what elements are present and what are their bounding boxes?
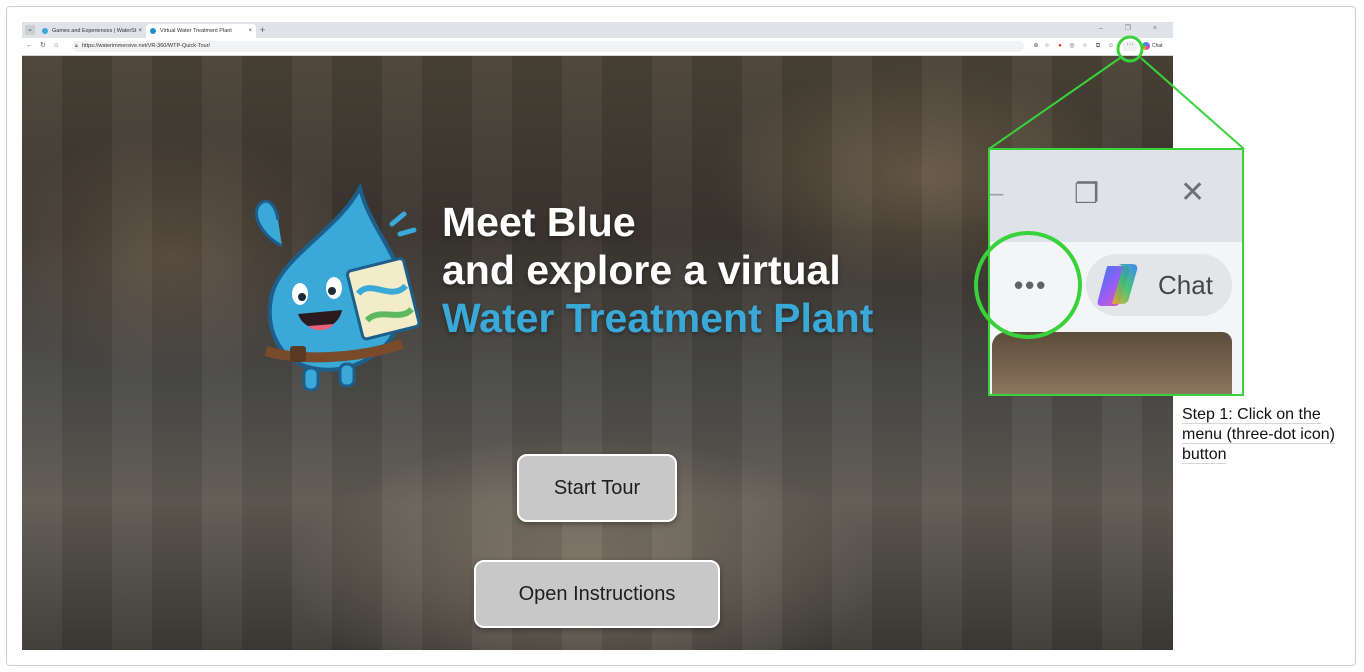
window-controls[interactable]: – ❐ × — [1099, 24, 1167, 32]
zoom-callout: – ❐ ✕ ••• Chat — [988, 148, 1244, 396]
extension-icon[interactable]: ● — [1056, 42, 1064, 50]
collections-icon[interactable]: ⧉ — [1094, 42, 1102, 50]
headline-line-3: Water Treatment Plant — [442, 295, 874, 341]
back-arrow-icon[interactable]: ← — [26, 41, 33, 51]
minimize-icon: – — [990, 180, 1004, 207]
page-preview-image — [992, 332, 1232, 394]
blue-mascot-illustration — [254, 182, 421, 391]
zoom-titlebar: – ❐ ✕ — [990, 150, 1242, 242]
zoom-page-preview — [990, 332, 1242, 394]
copilot-icon — [1097, 264, 1138, 306]
tab-label: Games and Experiences | WaterSt — [52, 28, 137, 34]
favorites-icon[interactable]: ☆ — [1081, 42, 1089, 50]
headline-line-1: Meet Blue — [442, 199, 636, 245]
tab-label: Virtual Water Treatment Plant — [160, 28, 232, 34]
tab-close-icon[interactable]: × — [248, 24, 252, 38]
address-bar-row: ← ↻ ⌂ 🔒︎ https://waterimmersive.net/VR-3… — [22, 38, 1173, 56]
close-icon: ✕ — [1180, 176, 1206, 209]
step-caption-text: Step 1: Click on the menu (three-dot ico… — [1182, 406, 1335, 464]
copilot-icon[interactable] — [1142, 42, 1150, 50]
headline-line-2: and explore a virtual — [442, 247, 841, 293]
new-tab-button[interactable]: + — [260, 24, 265, 36]
url-text: https://waterimmersive.net/VR-360/WTP-Qu… — [82, 43, 211, 49]
tab-close-icon[interactable]: × — [138, 24, 142, 38]
extension-icon[interactable]: ◎ — [1068, 42, 1076, 50]
open-instructions-button[interactable]: Open Instructions — [474, 560, 720, 628]
tab-bar: ⌄ Games and Experiences | WaterSt × Virt… — [22, 22, 1173, 38]
refresh-icon[interactable]: ↻ — [40, 41, 46, 51]
menu-dots-button[interactable]: ··· — [1123, 41, 1137, 51]
three-dot-menu-icon[interactable]: ••• — [1014, 270, 1047, 300]
chat-button[interactable]: Chat — [1152, 41, 1163, 51]
tab-games-experiences[interactable]: Games and Experiences | WaterSt × — [38, 24, 146, 38]
profile-icon[interactable]: ☺ — [1107, 42, 1115, 50]
zoom-icon[interactable]: ⊕ — [1032, 42, 1040, 50]
chevron-down-icon[interactable]: ⌄ — [25, 25, 35, 35]
site-favicon-icon — [150, 28, 156, 34]
lock-icon: 🔒︎ — [75, 43, 78, 49]
tab-virtual-water-treatment-plant[interactable]: Virtual Water Treatment Plant × — [146, 24, 256, 38]
home-icon[interactable]: ⌂ — [54, 41, 58, 51]
step-caption: Step 1: Click on the menu (three-dot ico… — [1182, 405, 1356, 465]
site-favicon-icon — [42, 28, 48, 34]
restore-icon: ❐ — [1074, 178, 1100, 209]
zoom-toolbar: ••• Chat — [990, 242, 1242, 332]
url-field[interactable]: 🔒︎ https://waterimmersive.net/VR-360/WTP… — [72, 41, 1024, 52]
start-tour-button[interactable]: Start Tour — [517, 454, 677, 522]
headline: Meet Blue and explore a virtual Water Tr… — [442, 198, 873, 342]
chat-label: Chat — [1158, 270, 1213, 300]
favorite-star-icon[interactable]: ☆ — [1043, 42, 1051, 50]
